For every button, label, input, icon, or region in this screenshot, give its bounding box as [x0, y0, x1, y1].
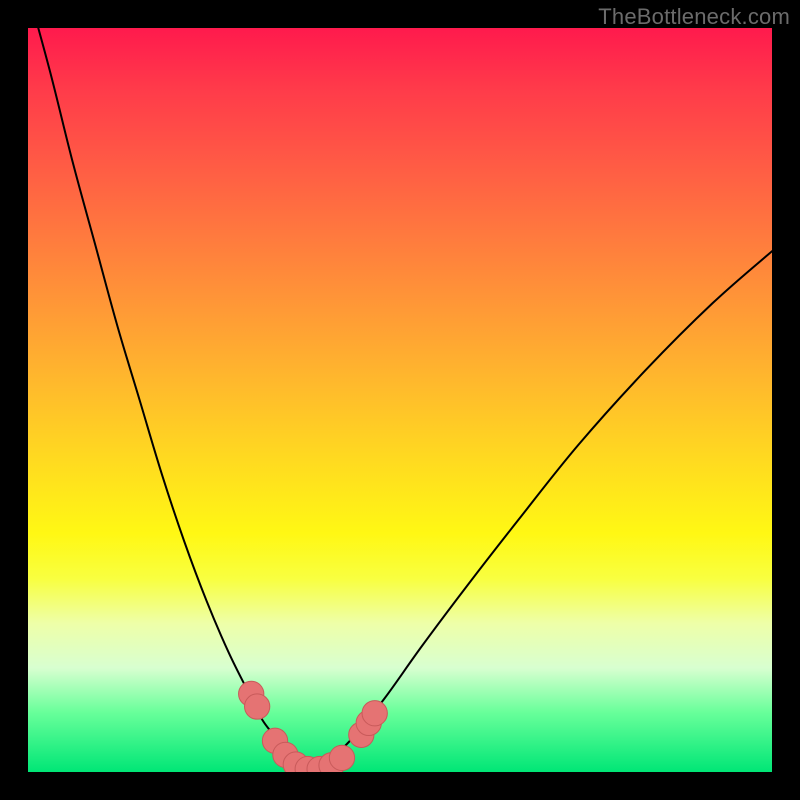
curve-svg	[28, 28, 772, 772]
bottleneck-curve-right	[308, 251, 772, 770]
curve-marker	[329, 745, 354, 770]
watermark-text: TheBottleneck.com	[598, 4, 790, 30]
bottleneck-curve-left	[28, 28, 308, 771]
curve-marker	[362, 701, 387, 726]
plot-area	[28, 28, 772, 772]
chart-frame: TheBottleneck.com	[0, 0, 800, 800]
curve-markers	[239, 681, 388, 772]
curve-marker	[245, 694, 270, 719]
